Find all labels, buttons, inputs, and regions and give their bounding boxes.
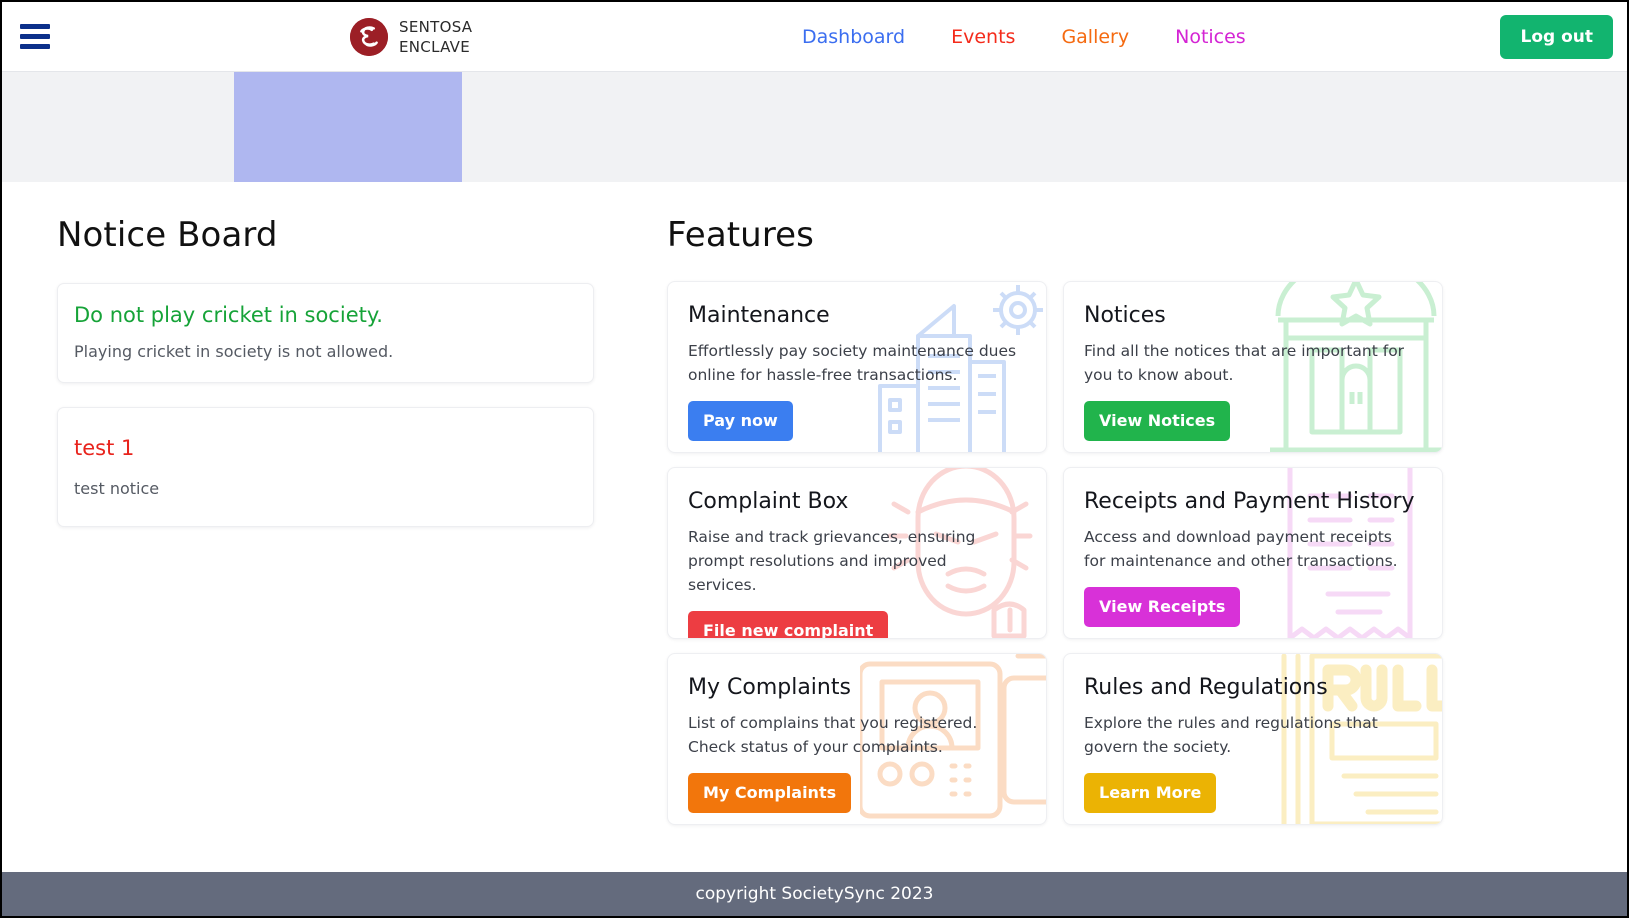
feature-description: List of complains that you registered. C… — [688, 714, 978, 757]
notice-title: test 1 — [74, 436, 135, 461]
main-content: Notice Board Do not play cricket in soci… — [2, 182, 1627, 840]
primary-nav: Dashboard Events Gallery Notices — [802, 26, 1246, 48]
notice-board-title: Notice Board — [57, 215, 278, 255]
feature-card-receipts[interactable]: Receipts and Payment History Access and … — [1063, 467, 1443, 639]
feature-title: Complaint Box — [688, 489, 849, 514]
hamburger-bar — [20, 24, 50, 29]
hamburger-icon[interactable] — [14, 16, 56, 58]
nav-link-dashboard[interactable]: Dashboard — [802, 26, 905, 48]
feature-title: Receipts and Payment History — [1084, 489, 1415, 514]
view-receipts-button[interactable]: View Receipts — [1084, 587, 1241, 627]
page-viewport: SENTOSA ENCLAVE Dashboard Events Gallery… — [0, 0, 1629, 918]
feature-description: Access and download payment receipts for… — [1084, 528, 1398, 571]
file-new-complaint-button[interactable]: File new complaint — [688, 611, 889, 638]
features-grid: Maintenance Effortlessly pay society mai… — [667, 281, 1467, 825]
page-footer: copyright SocietySync 2023 — [2, 872, 1627, 916]
pay-now-button[interactable]: Pay now — [688, 401, 793, 441]
notice-card[interactable]: test 1 test notice — [57, 407, 594, 528]
feature-title: Rules and Regulations — [1084, 675, 1328, 700]
brand-logo-block[interactable]: SENTOSA ENCLAVE — [350, 17, 472, 57]
feature-description: Explore the rules and regulations that g… — [1084, 714, 1378, 757]
nav-link-notices[interactable]: Notices — [1175, 26, 1246, 48]
hamburger-bar — [20, 44, 50, 49]
feature-card-complaint-box[interactable]: Complaint Box Raise and track grievances… — [667, 467, 1047, 639]
notice-card[interactable]: Do not play cricket in society. Playing … — [57, 283, 594, 384]
banner-carousel — [2, 72, 1627, 182]
sentosa-s-monogram-icon — [350, 17, 388, 56]
hamburger-bar — [20, 34, 50, 39]
feature-description: Raise and track grievances, ensuring pro… — [688, 528, 976, 595]
feature-card-rules[interactable]: Rules and Regulations Explore the rules … — [1063, 653, 1443, 825]
copyright-text: copyright SocietySync 2023 — [695, 884, 934, 904]
feature-card-my-complaints[interactable]: My Complaints List of complains that you… — [667, 653, 1047, 825]
logout-button[interactable]: Log out — [1500, 15, 1613, 59]
view-notices-button[interactable]: View Notices — [1084, 401, 1231, 441]
notice-board-section: Notice Board Do not play cricket in soci… — [57, 215, 594, 551]
nav-link-gallery[interactable]: Gallery — [1061, 26, 1129, 48]
top-navbar: SENTOSA ENCLAVE Dashboard Events Gallery… — [2, 2, 1627, 72]
feature-title: My Complaints — [688, 675, 851, 700]
nav-link-events[interactable]: Events — [951, 26, 1015, 48]
learn-more-button[interactable]: Learn More — [1084, 773, 1217, 813]
brand-name: SENTOSA ENCLAVE — [399, 17, 473, 56]
feature-description: Find all the notices that are important … — [1084, 342, 1405, 385]
notice-title: Do not play cricket in society. — [74, 303, 383, 327]
feature-title: Maintenance — [688, 303, 830, 328]
features-title: Features — [667, 215, 814, 255]
banner-slide[interactable] — [234, 72, 462, 182]
feature-description: Effortlessly pay society maintenance due… — [688, 342, 1017, 385]
notice-body: Playing cricket in society is not allowe… — [74, 342, 394, 362]
feature-card-notices[interactable]: Notices Find all the notices that are im… — [1063, 281, 1443, 453]
feature-title: Notices — [1084, 303, 1166, 328]
features-section: Features Maintenance Effortlessly pay so… — [667, 215, 1467, 825]
feature-card-maintenance[interactable]: Maintenance Effortlessly pay society mai… — [667, 281, 1047, 453]
my-complaints-button[interactable]: My Complaints — [688, 773, 852, 813]
notice-body: test notice — [74, 479, 160, 499]
